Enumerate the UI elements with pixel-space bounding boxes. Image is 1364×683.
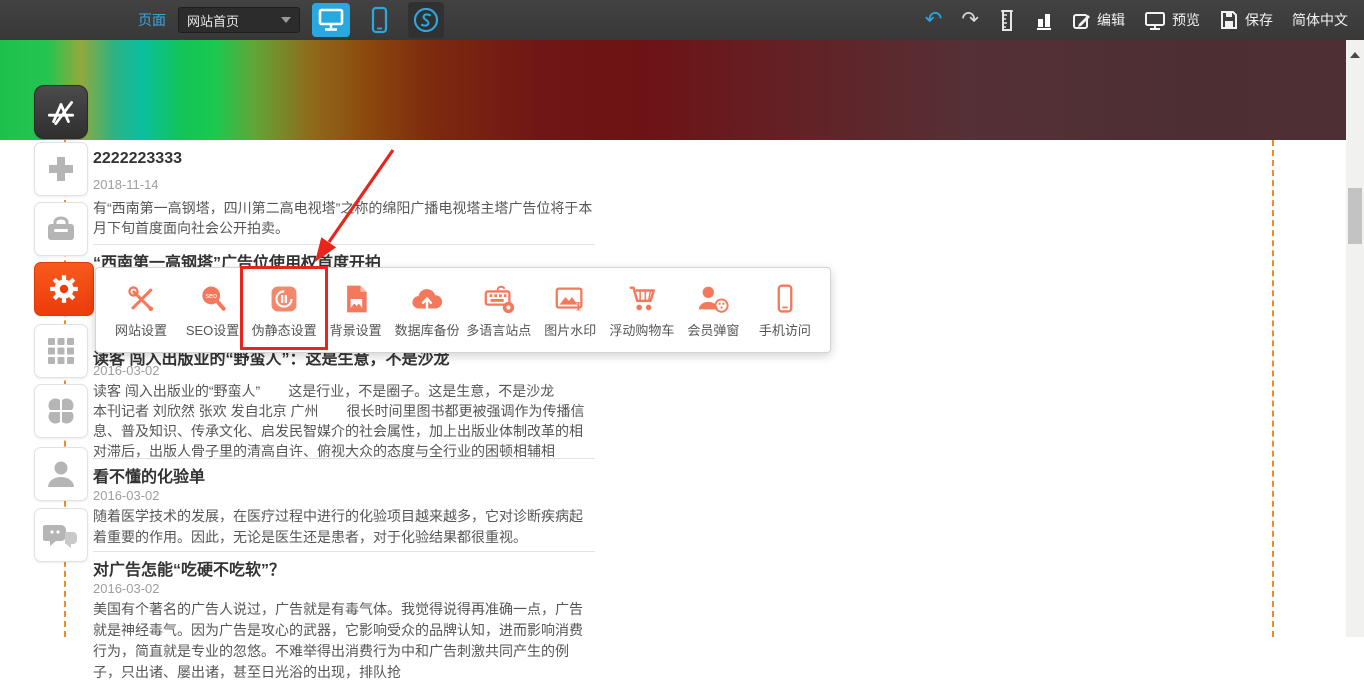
page-select-dropdown[interactable]: 网站首页: [178, 7, 300, 33]
database-backup-icon: [410, 282, 444, 316]
toolbox-icon: [44, 213, 78, 245]
article-excerpt: 有“西南第一高钢塔，四川第二高电视塔”之称的绵阳广播电视塔主塔广告位将于本月下旬…: [93, 198, 595, 238]
menu-item-label: 浮动购物车: [609, 320, 674, 339]
edit-pencil-icon: [1072, 11, 1091, 30]
editor-toolbar: 页面 网站首页 ↶ ↷: [0, 0, 1364, 40]
sidebar-item-app-builder[interactable]: [34, 85, 88, 139]
menu-item-mobile-access[interactable]: 手机访问: [750, 282, 820, 339]
sidebar-item-settings[interactable]: [34, 262, 94, 316]
menu-item-label: SEO设置: [186, 320, 239, 339]
mobile-icon: [769, 282, 801, 316]
grid-icon: [46, 336, 76, 366]
language-selector[interactable]: 简体中文: [1292, 10, 1348, 30]
article-excerpt: 随着医学技术的发展，在医疗过程中进行的化验项目越来越多，它对诊断疾病起着重要的作…: [93, 506, 595, 548]
app-logo-icon: [44, 97, 78, 127]
menu-item-background-settings[interactable]: 背景设置: [321, 282, 391, 339]
cart-icon: [625, 282, 659, 316]
article-date: 2016-03-02: [93, 488, 160, 503]
article-list: 2222223333 2018-11-14 有“西南第一高钢塔，四川第二高电视塔…: [0, 140, 1346, 637]
article-date: 2016-03-02: [93, 363, 160, 378]
menu-item-label: 背景设置: [330, 320, 382, 339]
save-button[interactable]: 保存: [1219, 10, 1273, 30]
bar-chart-icon: [1035, 10, 1053, 31]
save-label: 保存: [1245, 10, 1273, 30]
menu-item-label: 多语言站点: [466, 320, 531, 339]
multilanguage-icon: [482, 282, 516, 316]
divider: [93, 458, 595, 459]
gear-icon: [47, 272, 81, 306]
menu-item-pseudo-static-settings[interactable]: 伪静态设置: [249, 282, 319, 339]
menu-item-image-watermark[interactable]: T 图片水印: [535, 282, 605, 339]
divider: [93, 244, 595, 245]
chevron-down-icon: [281, 17, 291, 23]
menu-item-floating-cart[interactable]: 浮动购物车: [607, 282, 677, 339]
menu-item-label: 伪静态设置: [252, 320, 317, 339]
watermark-icon: T: [553, 282, 587, 316]
desktop-icon: [317, 7, 345, 33]
menu-item-multilanguage-site[interactable]: 多语言站点: [464, 282, 534, 339]
menu-item-site-settings[interactable]: 网站设置: [106, 282, 176, 339]
sidebar-item-widgets[interactable]: [34, 384, 88, 438]
sidebar-item-member[interactable]: [34, 447, 88, 501]
preview-label: 预览: [1172, 10, 1200, 30]
redo-icon[interactable]: ↷: [961, 10, 979, 30]
page-label: 页面: [138, 10, 166, 30]
svg-text:seo: seo: [205, 292, 217, 300]
menu-item-label: 手机访问: [759, 320, 811, 339]
preview-button[interactable]: 预览: [1144, 10, 1200, 30]
article-title[interactable]: 对广告怎能“吃硬不吃软”？: [93, 556, 285, 580]
desktop-view-button[interactable]: [312, 3, 350, 37]
menu-item-member-popup[interactable]: 会员弹窗: [678, 282, 748, 339]
preview-monitor-icon: [1144, 10, 1166, 30]
sidebar-item-modules[interactable]: [34, 324, 88, 378]
menu-item-seo-settings[interactable]: seo SEO设置: [178, 282, 248, 339]
person-icon: [45, 458, 77, 490]
statistics-button[interactable]: [1035, 10, 1053, 31]
ruler-icon: [998, 8, 1016, 32]
settings-popup: 网站设置 seo SEO设置 伪静态设置 背景设置 数据库备: [95, 267, 831, 353]
link-mode-button[interactable]: [408, 2, 444, 38]
link-icon: [411, 5, 441, 35]
ruler-button[interactable]: [998, 8, 1016, 32]
scrollbar-thumb[interactable]: [1348, 188, 1362, 244]
svg-text:T: T: [575, 299, 583, 313]
plus-icon: [46, 154, 76, 184]
mobile-view-icon: [371, 6, 388, 34]
scrollbar-up-arrow-icon[interactable]: [1350, 52, 1360, 58]
article-excerpt: 读客 闯入出版业的“野蛮人” 这是行业，不是圈子。这是生意，不是沙龙 本刊记者 …: [93, 381, 595, 461]
undo-icon[interactable]: ↶: [925, 10, 943, 30]
save-floppy-icon: [1219, 10, 1239, 30]
sidebar-item-add[interactable]: [34, 142, 88, 196]
seo-icon: seo: [197, 282, 229, 316]
member-popup-icon: [696, 282, 730, 316]
sidebar-item-chat[interactable]: [34, 508, 88, 562]
menu-item-database-backup[interactable]: 数据库备份: [392, 282, 462, 339]
sidebar-item-toolbox[interactable]: [34, 202, 88, 256]
pseudo-static-icon: [268, 282, 300, 316]
page-banner: [0, 40, 1346, 140]
article-date: 2018-11-14: [93, 177, 159, 192]
background-icon: [340, 282, 372, 316]
page-select-value: 网站首页: [187, 11, 239, 30]
edit-label: 编辑: [1097, 10, 1125, 30]
article-date: 2016-03-02: [93, 581, 160, 596]
article-title[interactable]: 2222223333: [93, 150, 182, 168]
clover-icon: [45, 395, 77, 427]
mobile-view-button[interactable]: [362, 3, 396, 37]
menu-item-label: 网站设置: [115, 320, 167, 339]
divider: [93, 551, 595, 552]
menu-item-label: 数据库备份: [395, 320, 460, 339]
menu-item-label: 会员弹窗: [687, 320, 739, 339]
menu-item-label: 图片水印: [544, 320, 596, 339]
tools-icon: [125, 282, 157, 316]
chat-icon: [43, 519, 79, 551]
article-excerpt: 美国有个著名的广告人说过，广告就是有毒气体。我觉得说得再准确一点，广告就是神经毒…: [93, 599, 595, 683]
article-title[interactable]: 看不懂的化验单: [93, 463, 205, 487]
edit-button[interactable]: 编辑: [1072, 10, 1125, 30]
scrollbar[interactable]: [1346, 40, 1364, 637]
